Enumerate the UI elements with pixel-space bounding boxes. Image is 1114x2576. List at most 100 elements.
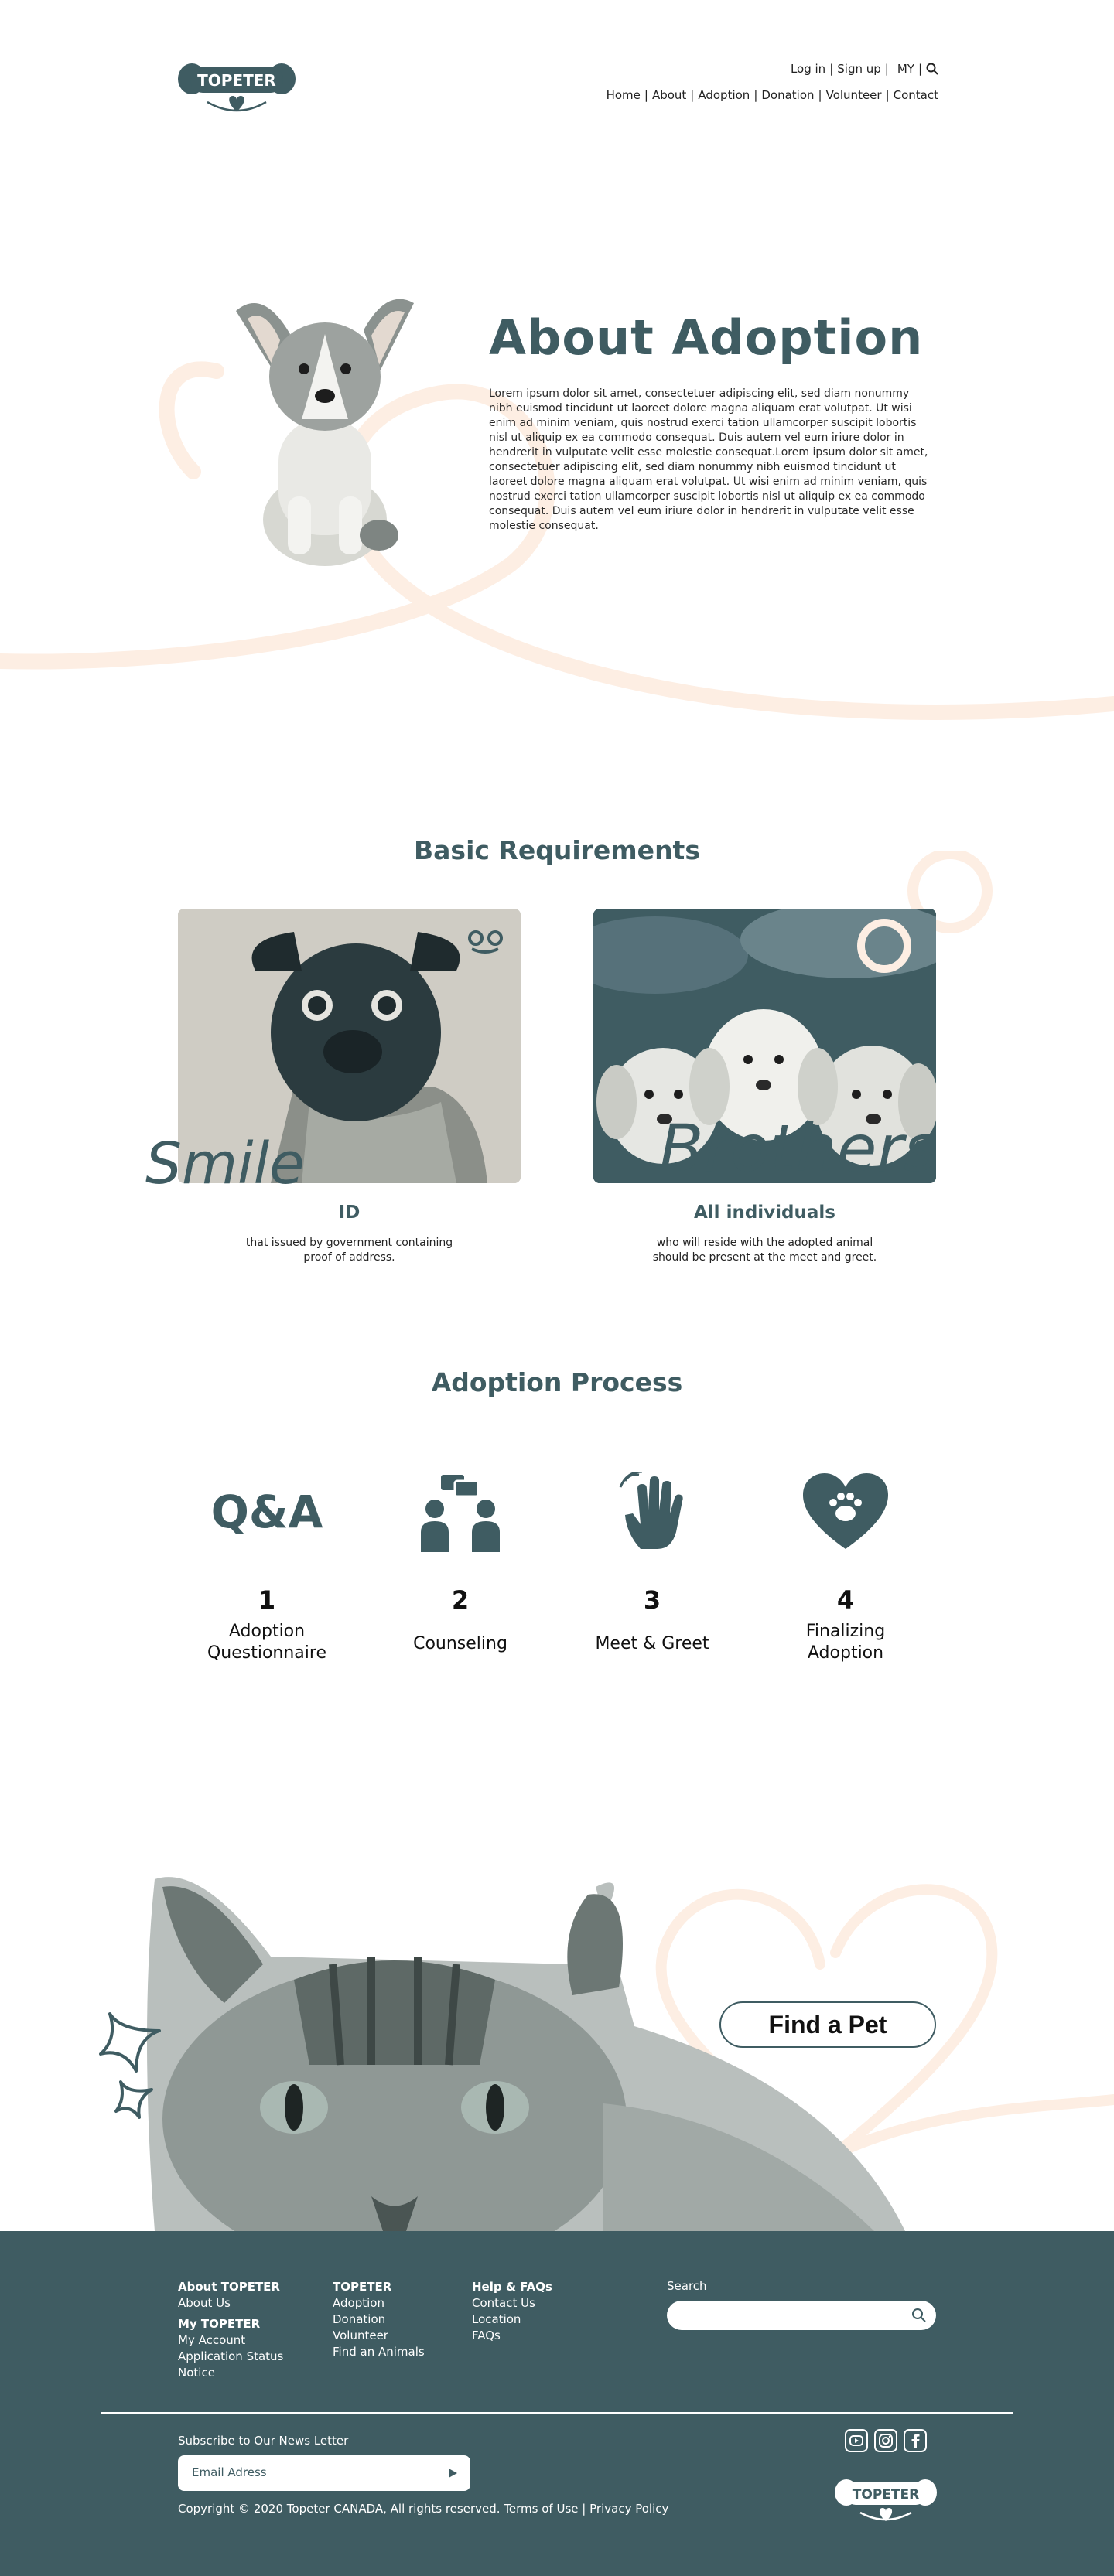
separator: | (918, 62, 922, 76)
separator: | (829, 62, 834, 76)
signup-link[interactable]: Sign up (837, 62, 881, 76)
main-nav: Home | About | Adoption | Donation | Vol… (607, 88, 938, 102)
qa-icon: Q&A (190, 1469, 344, 1554)
brothers-script-text: Brothers (659, 1111, 938, 1186)
site-footer: About TOPETER About Us My TOPETER My Acc… (0, 2231, 1114, 2576)
step-label: Counseling (383, 1633, 538, 1655)
qa-icon-text: Q&A (210, 1486, 323, 1538)
requirement-caption-individuals: All individuals (694, 1203, 836, 1223)
conversation-icon (421, 1475, 500, 1552)
step-label: Finalizing Adoption (768, 1621, 923, 1664)
newsletter-email-input[interactable]: Email Adress (178, 2455, 470, 2491)
step-label: Adoption Questionnaire (190, 1621, 344, 1664)
step-number: 2 (451, 1585, 470, 1615)
footer-link[interactable]: My Account (178, 2332, 283, 2349)
step-label: Meet & Greet (575, 1633, 730, 1655)
topeter-logo[interactable]: TOPETER (176, 62, 297, 116)
process-step-2: 2 Counseling (383, 1469, 538, 1655)
icon-wrap (575, 1469, 730, 1554)
search-icon[interactable] (911, 2308, 927, 2323)
footer-heading: TOPETER (333, 2280, 392, 2294)
email-placeholder: Email Adress (192, 2465, 267, 2479)
separator: | (884, 62, 889, 76)
copyright-text: Copyright © 2020 Topeter CANADA, All rig… (178, 2502, 501, 2516)
desc-line: that issued by government containing (245, 1237, 453, 1249)
step-label-line: Finalizing (805, 1622, 886, 1641)
nav-home[interactable]: Home (607, 88, 641, 102)
step-label-line: Counseling (413, 1634, 507, 1653)
icon-wrap (383, 1469, 538, 1554)
footer-link[interactable]: Volunteer (333, 2328, 425, 2344)
footer-heading: About TOPETER (178, 2280, 280, 2294)
separator: | (644, 88, 648, 102)
step-number: 4 (836, 1585, 855, 1615)
footer-link[interactable]: Notice (178, 2365, 283, 2381)
footer-link[interactable]: Application Status (178, 2349, 283, 2365)
nav-adoption[interactable]: Adoption (698, 88, 750, 102)
footer-col-topeter: TOPETER Adoption Donation Volunteer Find… (333, 2279, 425, 2360)
account-links: Log in | Sign up | MY | (791, 62, 938, 76)
nav-donation[interactable]: Donation (761, 88, 814, 102)
copyright-line: Copyright © 2020 Topeter CANADA, All rig… (178, 2502, 668, 2516)
desc-line: should be present at the meet and greet. (652, 1251, 877, 1264)
corgi-puppy-image (236, 299, 414, 566)
footer-heading: My TOPETER (178, 2317, 261, 2331)
icon-wrap (768, 1469, 923, 1554)
footer-logo[interactable]: TOPETER (834, 2479, 938, 2525)
footer-link[interactable]: Adoption (333, 2295, 425, 2312)
requirement-desc-id: that issued by government containing pro… (178, 1236, 521, 1265)
process-step-4: 4 Finalizing Adoption (768, 1469, 923, 1664)
footer-search-label: Search (667, 2279, 707, 2293)
nav-contact[interactable]: Contact (894, 88, 938, 102)
footer-link[interactable]: Contact Us (472, 2295, 552, 2312)
footer-link[interactable]: About Us (178, 2295, 283, 2312)
footer-col-help: Help & FAQs Contact Us Location FAQs (472, 2279, 552, 2344)
process-step-3: 3 Meet & Greet (575, 1469, 730, 1655)
footer-link[interactable]: FAQs (472, 2328, 552, 2344)
tabby-cat-image (147, 1877, 905, 2231)
separator: | (582, 2502, 586, 2516)
nav-about[interactable]: About (652, 88, 686, 102)
instagram-icon[interactable] (874, 2429, 897, 2452)
step-label-line: Adoption (228, 1622, 306, 1641)
footer-search-input[interactable] (667, 2301, 936, 2330)
page-title: About Adoption (489, 309, 924, 366)
smile-script-text: Smile (145, 1131, 305, 1197)
step-label-line: Meet & Greet (595, 1634, 709, 1653)
logo-wordmark: TOPETER (853, 2487, 919, 2503)
separator: | (885, 88, 890, 102)
requirement-desc-individuals: who will reside with the adopted animal … (593, 1236, 936, 1265)
terms-link[interactable]: Terms of Use (504, 2502, 578, 2516)
sparkle-icon (99, 2012, 161, 2119)
send-arrow-icon[interactable] (447, 2468, 458, 2479)
youtube-icon[interactable] (845, 2429, 868, 2452)
newsletter-label: Subscribe to Our News Letter (178, 2434, 349, 2448)
footer-heading: Help & FAQs (472, 2280, 552, 2294)
separator: | (753, 88, 758, 102)
footer-link[interactable]: Find an Animals (333, 2344, 425, 2360)
search-icon[interactable] (926, 63, 938, 75)
privacy-link[interactable]: Privacy Policy (589, 2502, 668, 2516)
my-link[interactable]: MY (897, 62, 914, 76)
hero-paragraph: Lorem ipsum dolor sit amet, consectetuer… (489, 387, 928, 532)
process-title: Adoption Process (431, 1367, 683, 1397)
requirement-caption-id: ID (338, 1203, 361, 1223)
waving-hand-icon (619, 1472, 683, 1549)
facebook-icon[interactable] (904, 2429, 927, 2452)
footer-divider (101, 2412, 1013, 2414)
nav-volunteer[interactable]: Volunteer (826, 88, 882, 102)
footer-link[interactable]: Donation (333, 2312, 425, 2328)
step-label-line: Adoption (807, 1643, 884, 1663)
step-label-line: Questionnaire (207, 1643, 327, 1663)
find-a-pet-button[interactable]: Find a Pet (719, 2001, 936, 2048)
separator: | (818, 88, 822, 102)
footer-col-about: About TOPETER About Us My TOPETER My Acc… (178, 2279, 283, 2381)
footer-link[interactable]: Location (472, 2312, 552, 2328)
desc-line: who will reside with the adopted animal (656, 1237, 873, 1249)
heart-swoosh-decoration (0, 361, 1114, 720)
separator: | (690, 88, 695, 102)
desc-line: proof of address. (303, 1251, 395, 1264)
heart-paw-icon (803, 1473, 888, 1549)
step-number: 1 (258, 1585, 276, 1615)
login-link[interactable]: Log in (791, 62, 825, 76)
